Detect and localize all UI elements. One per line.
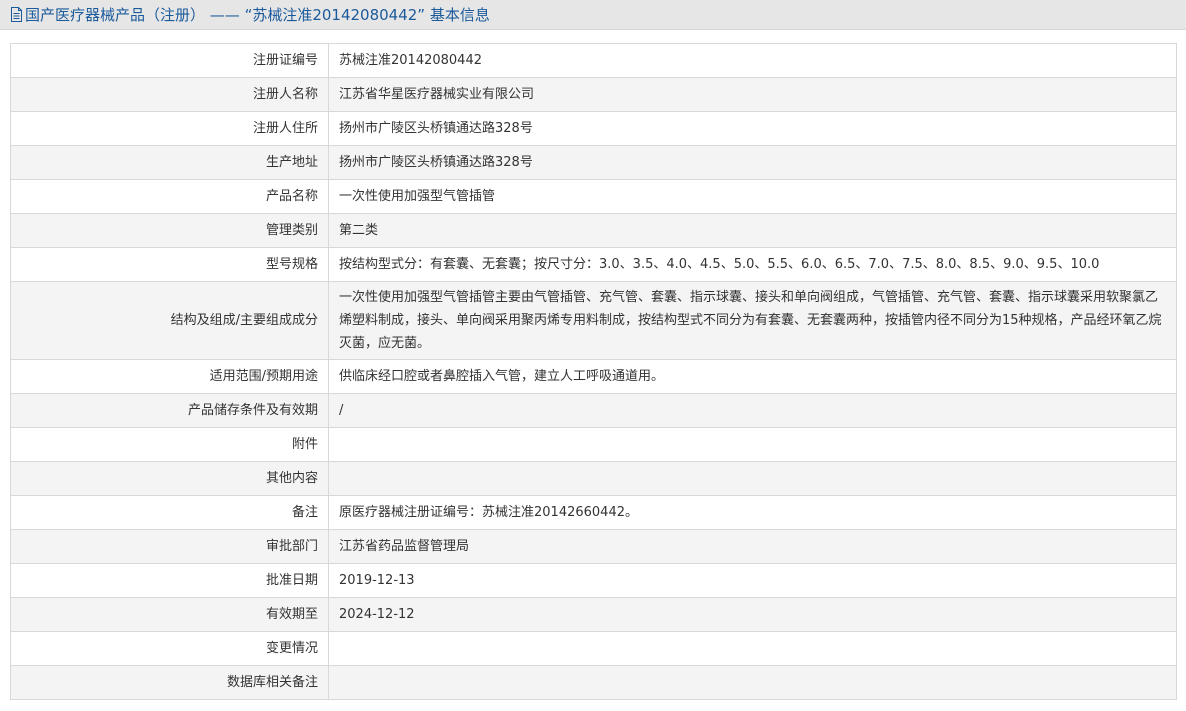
- row-value: 扬州市广陵区头桥镇通达路328号: [328, 145, 1177, 180]
- document-icon: [11, 7, 22, 22]
- row-label: 有效期至: [10, 597, 329, 632]
- row-label: 审批部门: [10, 529, 329, 564]
- table-row: 型号规格 按结构型式分：有套囊、无套囊；按尺寸分：3.0、3.5、4.0、4.5、…: [10, 247, 1177, 282]
- table-row: 注册证编号 苏械注准20142080442: [10, 43, 1177, 78]
- row-label: 其他内容: [10, 461, 329, 496]
- row-value: 江苏省华星医疗器械实业有限公司: [328, 77, 1177, 112]
- row-value: 供临床经口腔或者鼻腔插入气管，建立人工呼吸通道用。: [328, 359, 1177, 394]
- basic-info-table: 注册证编号 苏械注准20142080442 注册人名称 江苏省华星医疗器械实业有限公…: [10, 43, 1177, 700]
- table-row: 批准日期 2019-12-13: [10, 563, 1177, 598]
- row-value: 苏械注准20142080442: [328, 43, 1177, 78]
- row-value: 扬州市广陵区头桥镇通达路328号: [328, 111, 1177, 146]
- row-value: 2024-12-12: [328, 597, 1177, 632]
- table-row: 生产地址 扬州市广陵区头桥镇通达路328号: [10, 145, 1177, 180]
- table-row: 数据库相关备注: [10, 665, 1177, 700]
- row-label: 数据库相关备注: [10, 665, 329, 700]
- table-row: 变更情况: [10, 631, 1177, 666]
- row-value: 原医疗器械注册证编号：苏械注准20142660442。: [328, 495, 1177, 530]
- row-value: [328, 461, 1177, 496]
- table-row: 审批部门 江苏省药品监督管理局: [10, 529, 1177, 564]
- row-value: 一次性使用加强型气管插管主要由气管插管、充气管、套囊、指示球囊、接头和单向阀组成…: [328, 281, 1177, 360]
- row-value: 江苏省药品监督管理局: [328, 529, 1177, 564]
- row-label: 注册证编号: [10, 43, 329, 78]
- table-row: 有效期至 2024-12-12: [10, 597, 1177, 632]
- row-label: 产品储存条件及有效期: [10, 393, 329, 428]
- row-label: 注册人名称: [10, 77, 329, 112]
- row-value: /: [328, 393, 1177, 428]
- row-value: 一次性使用加强型气管插管: [328, 179, 1177, 214]
- row-value: [328, 665, 1177, 700]
- table-row: 其他内容: [10, 461, 1177, 496]
- row-value: [328, 631, 1177, 666]
- row-value: 第二类: [328, 213, 1177, 248]
- row-value: 2019-12-13: [328, 563, 1177, 598]
- row-label: 备注: [10, 495, 329, 530]
- page-title-registration: “苏械注准20142080442” 基本信息: [244, 6, 490, 24]
- table-row: 注册人住所 扬州市广陵区头桥镇通达路328号: [10, 111, 1177, 146]
- row-label: 结构及组成/主要组成成分: [10, 281, 329, 360]
- content-area: 注册证编号 苏械注准20142080442 注册人名称 江苏省华星医疗器械实业有限公…: [0, 30, 1186, 700]
- table-row: 结构及组成/主要组成成分 一次性使用加强型气管插管主要由气管插管、充气管、套囊、指…: [10, 281, 1177, 360]
- row-label: 生产地址: [10, 145, 329, 180]
- table-row: 产品储存条件及有效期 /: [10, 393, 1177, 428]
- row-label: 适用范围/预期用途: [10, 359, 329, 394]
- row-label: 变更情况: [10, 631, 329, 666]
- table-row: 附件: [10, 427, 1177, 462]
- row-label: 产品名称: [10, 179, 329, 214]
- table-row: 备注 原医疗器械注册证编号：苏械注准20142660442。: [10, 495, 1177, 530]
- page-title-separator: ——: [205, 5, 245, 24]
- table-row: 管理类别 第二类: [10, 213, 1177, 248]
- page-title-prefix: 国产医疗器械产品（注册）: [25, 6, 206, 24]
- table-row: 产品名称 一次性使用加强型气管插管: [10, 179, 1177, 214]
- table-row: 适用范围/预期用途 供临床经口腔或者鼻腔插入气管，建立人工呼吸通道用。: [10, 359, 1177, 394]
- page-title-bar: 国产医疗器械产品（注册） —— “苏械注准20142080442” 基本信息: [0, 0, 1186, 30]
- table-row: 注册人名称 江苏省华星医疗器械实业有限公司: [10, 77, 1177, 112]
- row-label: 批准日期: [10, 563, 329, 598]
- row-value: 按结构型式分：有套囊、无套囊；按尺寸分：3.0、3.5、4.0、4.5、5.0、…: [328, 247, 1177, 282]
- row-label: 附件: [10, 427, 329, 462]
- row-value: [328, 427, 1177, 462]
- row-label: 管理类别: [10, 213, 329, 248]
- row-label: 注册人住所: [10, 111, 329, 146]
- row-label: 型号规格: [10, 247, 329, 282]
